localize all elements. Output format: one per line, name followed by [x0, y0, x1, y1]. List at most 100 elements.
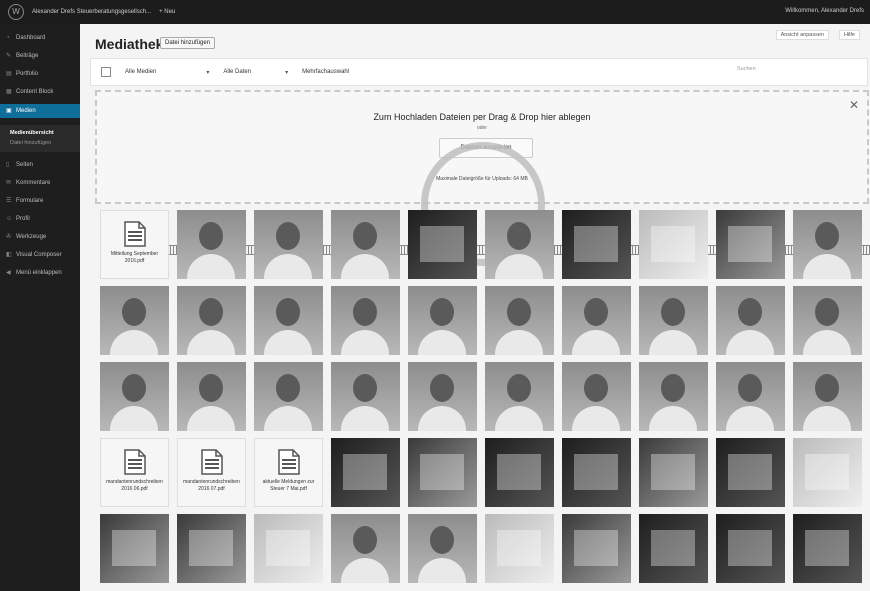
- media-tile-photo[interactable]: [408, 438, 477, 507]
- submenu-item[interactable]: Datei hinzufügen: [0, 138, 80, 148]
- help-button[interactable]: Hilfe: [838, 30, 860, 40]
- select-files-button[interactable]: Dateien auswählen: [439, 138, 533, 158]
- media-tile-portrait[interactable]: [485, 210, 554, 279]
- media-tile-photo[interactable]: [100, 514, 169, 583]
- media-tile-document[interactable]: Mitteilung September 2016.pdf: [100, 210, 169, 279]
- sidebar-item-pages[interactable]: ▯ Seiten: [0, 159, 80, 170]
- media-tile-portrait[interactable]: [331, 286, 400, 355]
- dropzone-or: oder: [476, 125, 487, 131]
- media-tile-portrait[interactable]: [331, 514, 400, 583]
- search-input[interactable]: Suchen: [723, 66, 857, 76]
- media-tile-photo[interactable]: [562, 438, 631, 507]
- sidebar-item-composer[interactable]: ◧ Visual Composer: [0, 249, 80, 260]
- sidebar-item-dashboard[interactable]: ◔ Dashboard: [0, 32, 80, 43]
- media-tile-photo[interactable]: [716, 514, 785, 583]
- media-tile-portrait[interactable]: [408, 286, 477, 355]
- media-tile-photo[interactable]: [639, 514, 708, 583]
- new-content-link[interactable]: + Neu: [159, 9, 175, 15]
- portrait-head: [661, 374, 685, 402]
- media-tile-photo[interactable]: [408, 210, 477, 279]
- media-tile-portrait[interactable]: [177, 286, 246, 355]
- bulk-select-button[interactable]: Mehrfachauswahl: [302, 69, 349, 75]
- account-greeting[interactable]: Willkommen, Alexander Drefs: [785, 8, 864, 14]
- sidebar-item-collapse[interactable]: ◀ Menü einklappen: [0, 267, 80, 278]
- portrait-body: [341, 254, 389, 279]
- sidebar-item-wrench[interactable]: ✇ Werkzeuge: [0, 231, 80, 242]
- media-tile-portrait[interactable]: [331, 210, 400, 279]
- media-tile-photo[interactable]: [793, 438, 862, 507]
- date-filter-value: Alle Daten: [223, 69, 252, 75]
- media-tile-photo[interactable]: [793, 514, 862, 583]
- media-tile-portrait[interactable]: [177, 210, 246, 279]
- media-tile-portrait[interactable]: [254, 210, 323, 279]
- media-tile-portrait[interactable]: [639, 362, 708, 431]
- media-tile-photo[interactable]: [716, 210, 785, 279]
- sidebar-item-block[interactable]: ▦ Content Block: [0, 86, 80, 97]
- media-tile-portrait[interactable]: [485, 362, 554, 431]
- media-tile-portrait[interactable]: [254, 286, 323, 355]
- portrait-head: [507, 222, 531, 250]
- media-tile-portrait[interactable]: [793, 362, 862, 431]
- media-tile-portrait[interactable]: [716, 362, 785, 431]
- media-tile-portrait[interactable]: [716, 286, 785, 355]
- media-tile-portrait[interactable]: [331, 362, 400, 431]
- portrait-head: [353, 374, 377, 402]
- wordpress-logo-icon[interactable]: W: [8, 4, 24, 20]
- portrait-head: [199, 222, 223, 250]
- media-tile-portrait[interactable]: [408, 362, 477, 431]
- media-tile-photo[interactable]: [485, 438, 554, 507]
- submenu-item[interactable]: Medienübersicht: [0, 128, 80, 138]
- date-filter[interactable]: Alle Daten ▾: [223, 69, 288, 76]
- media-tile-photo[interactable]: [254, 514, 323, 583]
- sidebar-item-user[interactable]: ☺ Profil: [0, 213, 80, 224]
- media-tile-portrait[interactable]: [562, 362, 631, 431]
- media-tile-photo[interactable]: [716, 438, 785, 507]
- sidebar-item-portfolio[interactable]: ▤ Portfolio: [0, 68, 80, 79]
- sidebar-item-label: Medien: [16, 108, 36, 114]
- close-icon[interactable]: ✕: [849, 98, 859, 112]
- media-tile-portrait[interactable]: [793, 286, 862, 355]
- media-submenu: Medienübersicht Datei hinzufügen: [0, 125, 80, 152]
- upload-dropzone[interactable]: ✕ Zum Hochladen Dateien per Drag & Drop …: [95, 90, 869, 266]
- block-icon: ▦: [6, 88, 12, 95]
- portrait-head: [738, 298, 762, 326]
- media-tile-photo[interactable]: [331, 438, 400, 507]
- portrait-head: [507, 298, 531, 326]
- media-tile-photo[interactable]: [639, 438, 708, 507]
- media-tile-photo[interactable]: [177, 514, 246, 583]
- sidebar-item-comments[interactable]: ✉ Kommentare: [0, 177, 80, 188]
- add-new-button[interactable]: Datei hinzufügen: [160, 37, 216, 49]
- media-type-filter[interactable]: Alle Medien ▾: [125, 69, 209, 76]
- portrait-body: [264, 406, 312, 431]
- media-tile-document[interactable]: aktuelle Meldungen zur Steuer 7 Mai.pdf: [254, 438, 323, 507]
- sidebar-item-pin[interactable]: ✎ Beiträge: [0, 50, 80, 61]
- media-tile-portrait[interactable]: [485, 286, 554, 355]
- sidebar-item-forms[interactable]: ☰ Formulare: [0, 195, 80, 206]
- media-tile-portrait[interactable]: [100, 362, 169, 431]
- media-tile-portrait[interactable]: [793, 210, 862, 279]
- photo-content: [497, 530, 541, 566]
- media-tile-portrait[interactable]: [254, 362, 323, 431]
- media-tile-portrait[interactable]: [100, 286, 169, 355]
- media-tile-photo[interactable]: [562, 514, 631, 583]
- media-tile-photo[interactable]: [485, 514, 554, 583]
- portrait-body: [572, 406, 620, 431]
- media-tile-portrait[interactable]: [562, 286, 631, 355]
- sidebar-item-label: Formulare: [16, 197, 44, 204]
- list-view-icon[interactable]: [101, 67, 111, 77]
- portrait-head: [584, 374, 608, 402]
- file-name: aktuelle Meldungen zur Steuer 7 Mai.pdf: [262, 479, 315, 492]
- media-tile-document[interactable]: mandantenrundschreiben 2016 06.pdf: [100, 438, 169, 507]
- screen-options-button[interactable]: Ansicht anpassen: [775, 30, 829, 40]
- photo-content: [574, 454, 618, 490]
- site-name-link[interactable]: Alexander Drefs Steuerberatungsgesellsch…: [32, 9, 151, 15]
- media-tile-portrait[interactable]: [408, 514, 477, 583]
- sidebar-item-media[interactable]: ▣ Medien: [0, 104, 80, 118]
- media-tile-document[interactable]: mandantenrundschreiben 2016 07.pdf: [177, 438, 246, 507]
- media-tile-photo[interactable]: [562, 210, 631, 279]
- portrait-body: [187, 330, 235, 355]
- media-tile-portrait[interactable]: [177, 362, 246, 431]
- sidebar-item-label: Werkzeuge: [16, 233, 47, 240]
- media-tile-photo[interactable]: [639, 210, 708, 279]
- media-tile-portrait[interactable]: [639, 286, 708, 355]
